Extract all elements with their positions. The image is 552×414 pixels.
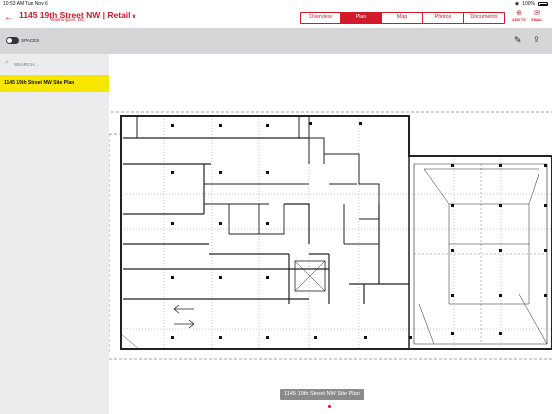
spaces-toggle[interactable] xyxy=(6,37,19,44)
tab-map[interactable]: Map xyxy=(382,13,423,23)
list-item[interactable]: 1145 19th Street NW Site Plan xyxy=(0,75,109,92)
page-indicator-dot[interactable] xyxy=(328,405,331,408)
tab-overview[interactable]: Overview xyxy=(301,13,341,23)
site-plan-drawing xyxy=(109,111,552,360)
plan-toolbar: SPACES ✎ ⇪ xyxy=(0,28,552,54)
list-item-label: 1145 19th Street NW Site Plan xyxy=(4,80,75,86)
battery-icon xyxy=(538,2,548,6)
share-icon[interactable]: ⇪ xyxy=(533,35,540,44)
plan-viewer[interactable]: 1145 19th Street NW Site Plan xyxy=(109,54,552,414)
chevron-down-icon: ∨ xyxy=(131,14,137,20)
add-to-button[interactable]: ⊕ ADD TO xyxy=(510,10,528,23)
section-tabs: Overview Plan Map Photos Documents xyxy=(300,12,505,24)
property-location: Washington, DC xyxy=(50,18,85,23)
add-to-icon: ⊕ xyxy=(516,10,522,17)
tab-documents[interactable]: Documents xyxy=(464,13,504,23)
plan-caption: 1145 19th Street NW Site Plan xyxy=(280,389,364,400)
search-icon: ⌕ xyxy=(5,59,9,66)
back-arrow-icon[interactable]: ← xyxy=(4,12,14,23)
tab-plan[interactable]: Plan xyxy=(341,13,382,23)
search-input[interactable] xyxy=(14,61,104,69)
email-button[interactable]: ✉ EMAIL xyxy=(528,10,546,23)
search-bar: ⌕ xyxy=(0,58,109,72)
app-header: ← 1145 19th Street NW | Retail∨ Washingt… xyxy=(0,7,552,28)
pencil-icon[interactable]: ✎ xyxy=(514,35,522,46)
spaces-label: SPACES xyxy=(21,38,40,43)
plans-sidebar: ⌕ 1145 19th Street NW Site Plan xyxy=(0,54,109,414)
email-icon: ✉ xyxy=(534,10,540,17)
status-bar: 10:53 AM Tue Nov 6 ◉ 100% xyxy=(0,0,552,7)
tab-photos[interactable]: Photos xyxy=(423,13,464,23)
